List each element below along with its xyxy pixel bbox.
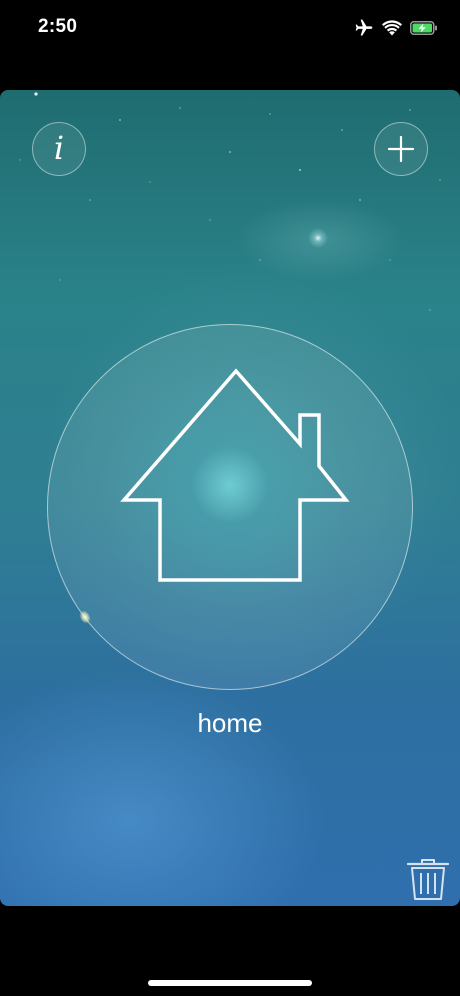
info-icon: i xyxy=(53,129,65,167)
status-icons xyxy=(354,18,438,38)
info-button[interactable]: i xyxy=(32,122,86,176)
home-indicator[interactable] xyxy=(148,980,312,986)
house-icon xyxy=(120,368,350,582)
status-time: 2:50 xyxy=(38,16,78,37)
plus-icon xyxy=(387,135,415,163)
scene-card: i home xyxy=(0,90,460,906)
trash-icon xyxy=(406,859,450,900)
status-bar: 2:50 xyxy=(0,0,460,58)
scene-button[interactable] xyxy=(47,324,413,690)
orbit-comet xyxy=(79,610,91,624)
airplane-icon xyxy=(355,19,373,36)
add-button[interactable] xyxy=(374,122,428,176)
battery-charging-icon xyxy=(410,21,437,35)
scene-name: home xyxy=(197,708,263,738)
wifi-icon xyxy=(382,20,402,36)
delete-button[interactable] xyxy=(404,854,452,902)
